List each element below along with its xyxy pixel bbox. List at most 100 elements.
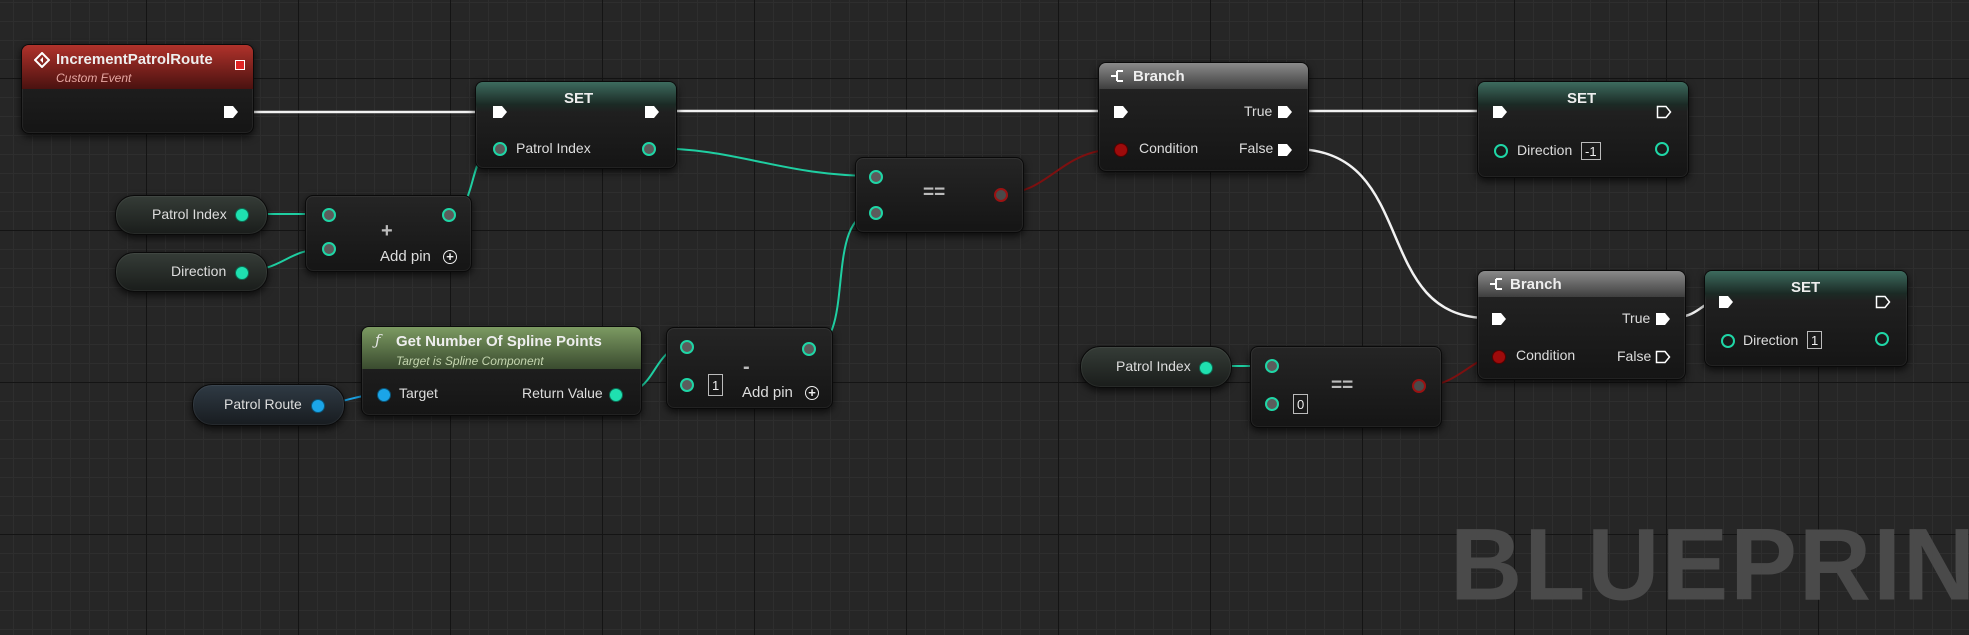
set-direction-node-2[interactable]: SET Direction 1 [1704, 270, 1908, 367]
exec-out-pin[interactable] [1875, 295, 1891, 309]
patrol-index-input-pin[interactable] [493, 142, 507, 156]
set-direction-node[interactable]: SET Direction -1 [1477, 81, 1689, 178]
branch-title: Branch [1510, 276, 1562, 293]
plus-circle-icon[interactable]: + [443, 250, 457, 264]
int-wire-set-to-eq [648, 147, 877, 177]
subtract-output-pin[interactable] [802, 342, 816, 356]
patrol-index-output-pin[interactable] [235, 208, 249, 222]
set-pin-label: Direction [1743, 332, 1799, 348]
add-pin-label[interactable]: Add pin [742, 384, 793, 401]
false-label: False [1617, 348, 1652, 364]
equal-int-node-2[interactable]: 0 == [1250, 346, 1442, 428]
equal-output-pin[interactable] [994, 188, 1008, 202]
exec-in-pin[interactable] [1492, 105, 1508, 119]
set-title: SET [564, 90, 594, 107]
subtract-input-a-pin[interactable] [680, 340, 694, 354]
branch-node[interactable]: Branch Condition True False [1098, 62, 1309, 172]
getter-label: Direction [171, 263, 227, 279]
target-label: Target [399, 385, 438, 401]
branch-header [1099, 63, 1308, 89]
custom-event-node[interactable]: IncrementPatrolRoute Custom Event [21, 44, 254, 134]
event-subtitle: Custom Event [56, 71, 132, 85]
equal-input-a-pin[interactable] [869, 170, 883, 184]
return-value-label: Return Value [522, 385, 603, 401]
subtract-input-b-pin[interactable] [680, 378, 694, 392]
getter-label: Patrol Route [224, 396, 302, 412]
exec-false-out-pin[interactable] [1277, 143, 1293, 157]
direction-output-pin[interactable] [1655, 142, 1669, 156]
set-pin-label: Direction [1517, 142, 1573, 158]
set-title: SET [1567, 90, 1597, 107]
exec-out-pin[interactable] [223, 105, 239, 119]
delegate-square-icon[interactable] [235, 60, 245, 70]
exec-out-pin[interactable] [644, 105, 660, 119]
true-label: True [1244, 103, 1273, 119]
direction-input-pin[interactable] [1494, 144, 1508, 158]
subtract-int-node[interactable]: 1 - Add pin + [666, 327, 833, 409]
equal-operator-symbol: == [1331, 375, 1354, 396]
equal-b-value-field[interactable]: 0 [1293, 394, 1309, 414]
patrol-index-getter[interactable]: Patrol Index [115, 195, 268, 235]
exec-true-out-pin[interactable] [1277, 105, 1293, 119]
add-input-a-pin[interactable] [322, 208, 336, 222]
exec-in-pin[interactable] [492, 105, 508, 119]
event-diamond-icon [34, 52, 50, 68]
condition-label: Condition [1516, 347, 1576, 363]
direction-input-pin[interactable] [1721, 334, 1735, 348]
exec-out-pin[interactable] [1656, 105, 1672, 119]
branch-icon [1490, 278, 1502, 290]
exec-in-pin[interactable] [1491, 312, 1507, 326]
branch-title: Branch [1133, 68, 1185, 85]
patrol-index-getter-2[interactable]: Patrol Index [1080, 346, 1232, 388]
get-number-of-spline-points-node[interactable]: ƒ Get Number Of Spline Points Target is … [361, 326, 642, 416]
direction-output-pin[interactable] [1875, 332, 1889, 346]
exec-in-pin[interactable] [1718, 295, 1734, 309]
branch-node-2[interactable]: Branch Condition True False [1477, 270, 1686, 380]
patrol-route-output-pin[interactable] [311, 399, 325, 413]
event-title: IncrementPatrolRoute [56, 51, 213, 68]
equal-input-b-pin[interactable] [1265, 397, 1279, 411]
condition-input-pin[interactable] [1114, 143, 1128, 157]
set-patrol-index-node[interactable]: SET Patrol Index [475, 81, 677, 169]
function-subtitle: Target is Spline Component [396, 354, 544, 368]
add-input-b-pin[interactable] [322, 242, 336, 256]
blueprint-watermark: BLUEPRINT [1450, 507, 1969, 623]
direction-value-field[interactable]: 1 [1807, 331, 1823, 349]
add-output-pin[interactable] [442, 208, 456, 222]
plus-circle-icon[interactable]: + [805, 386, 819, 400]
equal-input-a-pin[interactable] [1265, 359, 1279, 373]
exec-wire-branch-false-to-branch2 [1293, 147, 1489, 320]
false-label: False [1239, 140, 1274, 156]
direction-getter[interactable]: Direction [115, 252, 268, 292]
getter-label: Patrol Index [1116, 358, 1191, 374]
patrol-index-output-pin[interactable] [642, 142, 656, 156]
equal-operator-symbol: == [923, 182, 946, 203]
patrol-route-getter[interactable]: Patrol Route [192, 384, 345, 426]
branch-icon [1111, 70, 1123, 82]
exec-true-out-pin[interactable] [1655, 312, 1671, 326]
set-title: SET [1791, 279, 1821, 296]
true-label: True [1622, 310, 1651, 326]
equal-output-pin[interactable] [1412, 379, 1426, 393]
add-pin-label[interactable]: Add pin [380, 248, 431, 265]
add-operator-symbol: + [381, 220, 393, 242]
blueprint-graph-canvas[interactable]: IncrementPatrolRoute Custom Event SET Pa… [0, 0, 1969, 635]
patrol-index-output-pin[interactable] [1199, 361, 1213, 375]
subtract-b-value-field[interactable]: 1 [708, 374, 724, 396]
exec-in-pin[interactable] [1113, 105, 1129, 119]
function-f-icon: ƒ [375, 331, 381, 349]
direction-output-pin[interactable] [235, 266, 249, 280]
direction-value-field[interactable]: -1 [1581, 142, 1601, 160]
add-int-node[interactable]: + Add pin + [305, 195, 472, 272]
return-value-output-pin[interactable] [609, 388, 623, 402]
target-input-pin[interactable] [377, 388, 391, 402]
set-pin-label: Patrol Index [516, 140, 591, 156]
exec-false-out-pin[interactable] [1655, 350, 1671, 364]
equal-input-b-pin[interactable] [869, 206, 883, 220]
getter-label: Patrol Index [152, 206, 227, 222]
condition-label: Condition [1139, 140, 1199, 156]
subtract-operator-symbol: - [743, 356, 750, 378]
function-title: Get Number Of Spline Points [396, 333, 602, 350]
equal-int-node[interactable]: == [855, 157, 1024, 233]
condition-input-pin[interactable] [1492, 350, 1506, 364]
